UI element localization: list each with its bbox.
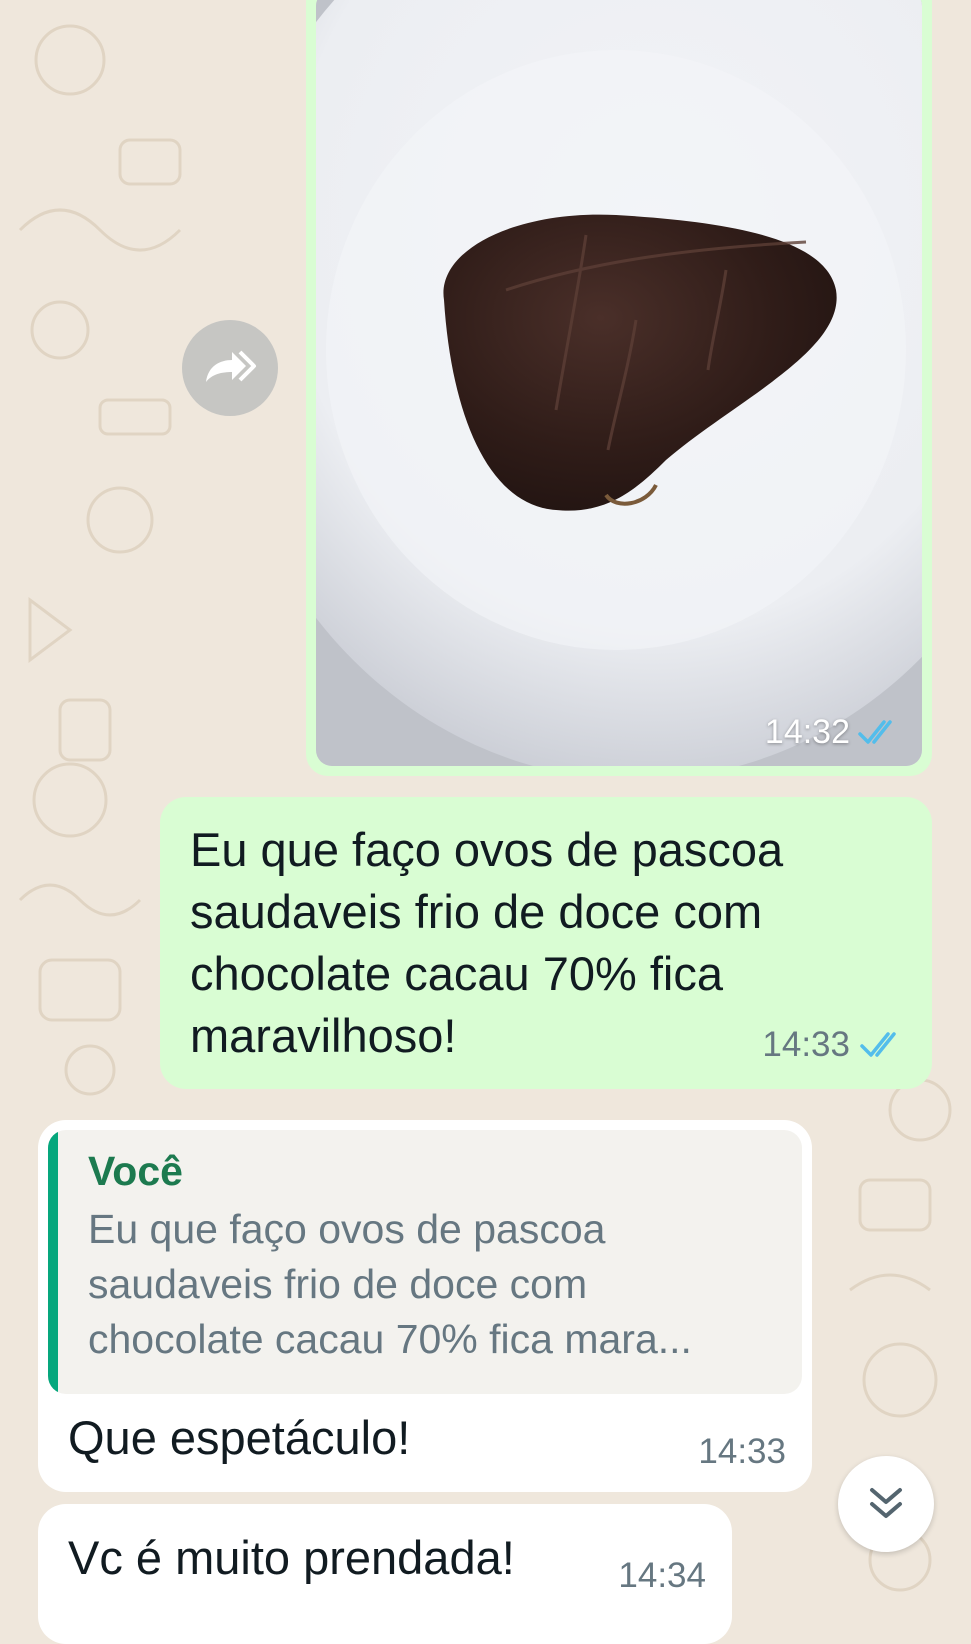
incoming-reply-text: Que espetáculo! [68, 1411, 411, 1464]
incoming-message-time: 14:34 [618, 1556, 706, 1595]
image-message-bubble[interactable]: 14:32 [306, 0, 932, 776]
quote-author: Você [88, 1148, 183, 1194]
quote-accent-bar [48, 1130, 58, 1394]
incoming-reply-bubble[interactable]: Você Eu que faço ovos de pascoa saudavei… [38, 1120, 812, 1492]
image-message-time: 14:32 [764, 713, 850, 751]
chocolate-egg-photo[interactable]: 14:32 [316, 0, 922, 766]
chevron-double-down-icon [870, 1488, 902, 1518]
forward-button[interactable] [182, 320, 278, 416]
quote-text: Eu que faço ovos de pascoa saudaveis fri… [88, 1206, 692, 1362]
quoted-message[interactable]: Você Eu que faço ovos de pascoa saudavei… [48, 1130, 802, 1394]
incoming-text-bubble[interactable]: Vc é muito prendada! 14:34 [38, 1504, 732, 1644]
photo-image [316, 0, 922, 766]
outgoing-message-meta: 14:33 [762, 1025, 906, 1065]
double-check-icon [858, 719, 892, 744]
incoming-reply-time: 14:33 [698, 1432, 786, 1471]
forward-icon [206, 350, 256, 382]
scroll-to-bottom-button[interactable] [838, 1456, 934, 1552]
outgoing-text-bubble[interactable]: Eu que faço ovos de pascoa saudaveis fri… [160, 797, 932, 1089]
incoming-message-text: Vc é muito prendada! [68, 1531, 515, 1584]
double-check-icon [860, 1032, 896, 1057]
image-message-meta: 14:32 [765, 713, 900, 752]
outgoing-message-time: 14:33 [762, 1025, 850, 1064]
